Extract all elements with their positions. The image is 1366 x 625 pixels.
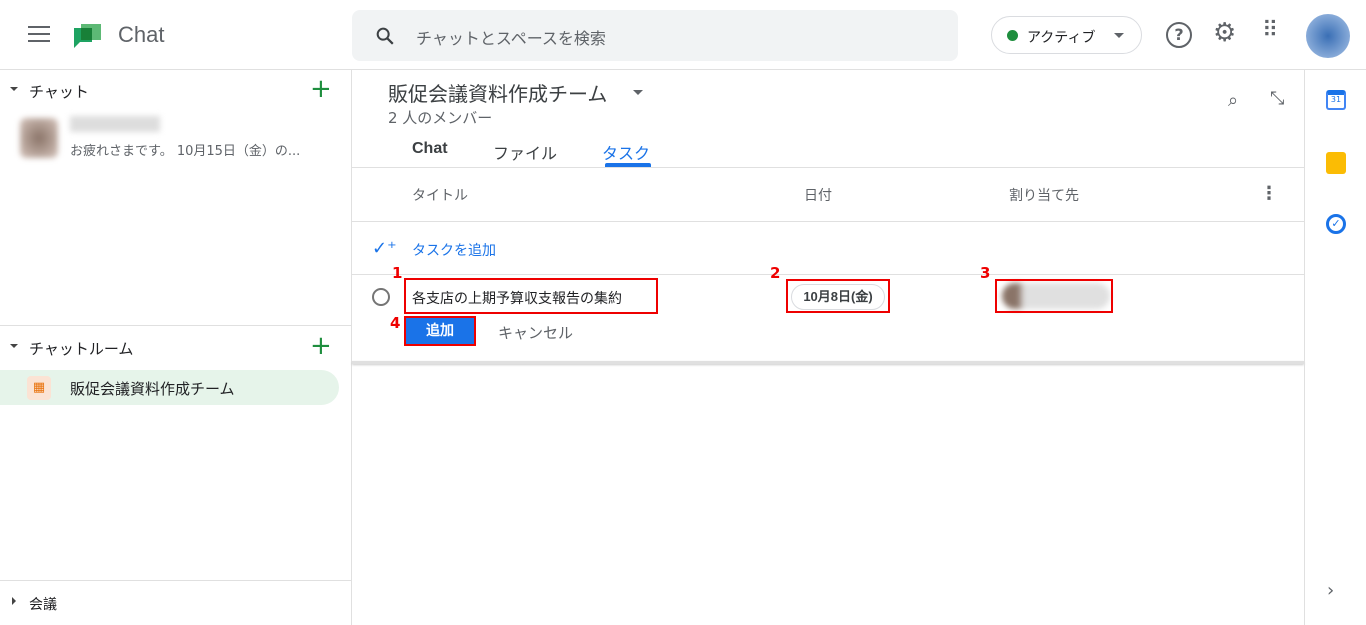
more-vert-icon[interactable]: ⋮ — [1260, 183, 1278, 204]
search-input[interactable]: チャットとスペースを検索 — [352, 10, 958, 61]
chevron-down-icon[interactable] — [633, 90, 643, 100]
section-label: チャットルーム — [29, 340, 134, 358]
help-icon[interactable]: ? — [1166, 22, 1192, 48]
collapse-icon[interactable]: ⤡ — [1270, 88, 1284, 109]
chat-logo-icon — [74, 24, 101, 48]
status-dropdown[interactable]: アクティブ — [991, 16, 1142, 54]
tab-files[interactable]: ファイル — [493, 140, 557, 164]
add-chat-icon[interactable]: + — [310, 74, 332, 104]
app-title: Chat — [118, 22, 165, 47]
tab-chat[interactable]: Chat — [412, 140, 448, 158]
column-header-title: タイトル — [412, 188, 468, 204]
room-list-item[interactable]: ▦ 販促会議資料作成チーム — [0, 370, 339, 405]
tab-tasks[interactable]: タスク — [602, 140, 650, 164]
calendar-icon[interactable]: 31 — [1326, 90, 1346, 110]
annotation-number: 2 — [770, 264, 781, 282]
rooms-section-header[interactable]: チャットルーム + — [0, 327, 352, 367]
side-panel: 31 ✓ › — [1304, 70, 1366, 625]
contact-name-blurred — [70, 116, 160, 132]
menu-icon[interactable] — [28, 26, 50, 42]
avatar — [20, 118, 58, 158]
chat-list-item[interactable]: お疲れさまです。 10月15日（金）の... — [0, 112, 352, 162]
chat-section-header[interactable]: チャット + — [0, 70, 352, 110]
annotation-number: 3 — [980, 264, 991, 282]
room-name: 販促会議資料作成チーム — [70, 380, 235, 398]
search-placeholder: チャットとスペースを検索 — [416, 29, 606, 48]
add-task-icon: ✓⁺ — [372, 238, 397, 259]
tasks-icon[interactable]: ✓ — [1326, 214, 1346, 234]
keep-icon[interactable] — [1326, 152, 1346, 174]
column-header-date: 日付 — [804, 188, 832, 204]
section-label: チャット — [29, 83, 89, 101]
column-header-assignee: 割り当て先 — [1009, 188, 1079, 204]
settings-icon[interactable]: ⚙ — [1213, 18, 1236, 48]
caret-down-icon — [10, 344, 18, 352]
cancel-button[interactable]: キャンセル — [498, 322, 573, 343]
caret-down-icon — [10, 87, 18, 95]
add-task-button[interactable]: ✓⁺ タスクを追加 — [372, 238, 772, 260]
status-dot — [1007, 30, 1018, 41]
member-count[interactable]: 2 人のメンバー — [388, 107, 492, 128]
search-icon — [376, 27, 394, 45]
room-title[interactable]: 販促会議資料作成チーム — [388, 78, 607, 107]
top-bar: Chat チャットとスペースを検索 アクティブ ? ⚙ ⠿ — [0, 0, 1366, 70]
room-icon: ▦ — [27, 376, 51, 400]
chevron-down-icon — [1114, 33, 1124, 43]
search-icon[interactable]: ⌕ — [1228, 90, 1238, 111]
status-label: アクティブ — [1027, 30, 1096, 46]
caret-right-icon — [12, 597, 20, 605]
sidebar: チャット + お疲れさまです。 10月15日（金）の... チャットルーム + … — [0, 70, 352, 625]
task-complete-radio[interactable] — [372, 288, 390, 306]
annotation-number: 4 — [390, 314, 401, 332]
meetings-section-header[interactable]: 会議 — [0, 590, 352, 620]
annotation-number: 1 — [392, 264, 403, 282]
section-label: 会議 — [29, 597, 57, 613]
chevron-right-icon[interactable]: › — [1327, 580, 1334, 601]
add-room-icon[interactable]: + — [310, 331, 332, 361]
avatar[interactable] — [1306, 14, 1350, 58]
apps-grid-icon[interactable]: ⠿ — [1262, 18, 1278, 43]
add-task-label: タスクを追加 — [412, 243, 496, 259]
chat-preview: お疲れさまです。 10月15日（金）の... — [70, 144, 301, 159]
